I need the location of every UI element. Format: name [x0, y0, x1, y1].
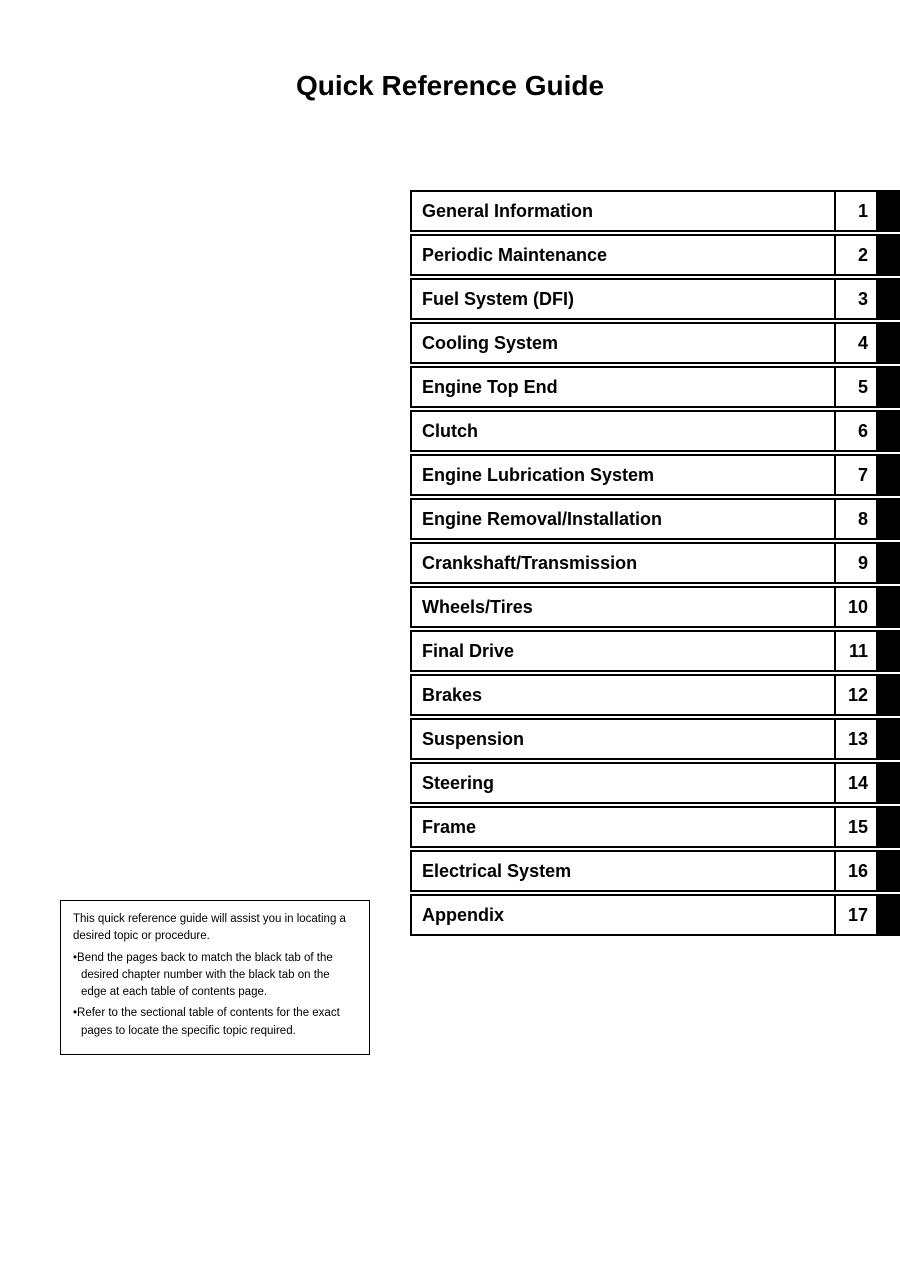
- toc-item-tab: [876, 764, 898, 802]
- toc-container: General Information1Periodic Maintenance…: [410, 190, 900, 938]
- toc-item-tab: [876, 280, 898, 318]
- toc-item-tab: [876, 676, 898, 714]
- toc-item-number: 11: [836, 632, 876, 670]
- toc-item-number: 6: [836, 412, 876, 450]
- toc-item-label: Steering: [412, 764, 836, 802]
- toc-item: Engine Removal/Installation8: [410, 498, 900, 540]
- toc-item-label: Crankshaft/Transmission: [412, 544, 836, 582]
- toc-item-tab: [876, 368, 898, 406]
- toc-item-number: 7: [836, 456, 876, 494]
- toc-item-label: Brakes: [412, 676, 836, 714]
- toc-item-label: Wheels/Tires: [412, 588, 836, 626]
- toc-item: Crankshaft/Transmission9: [410, 542, 900, 584]
- toc-item-label: Electrical System: [412, 852, 836, 890]
- toc-item: Engine Lubrication System7: [410, 454, 900, 496]
- note-bullet-2: •Refer to the sectional table of content…: [73, 1005, 357, 1040]
- toc-item: Brakes12: [410, 674, 900, 716]
- toc-item-number: 5: [836, 368, 876, 406]
- toc-item-tab: [876, 192, 898, 230]
- toc-item-number: 17: [836, 896, 876, 934]
- toc-item-tab: [876, 412, 898, 450]
- toc-item-label: Frame: [412, 808, 836, 846]
- toc-item-number: 14: [836, 764, 876, 802]
- toc-item-number: 3: [836, 280, 876, 318]
- toc-item-label: Appendix: [412, 896, 836, 934]
- toc-item-number: 4: [836, 324, 876, 362]
- toc-item-number: 16: [836, 852, 876, 890]
- toc-item-tab: [876, 852, 898, 890]
- toc-item-label: Engine Top End: [412, 368, 836, 406]
- toc-item: Suspension13: [410, 718, 900, 760]
- toc-item: Cooling System4: [410, 322, 900, 364]
- toc-item-label: Cooling System: [412, 324, 836, 362]
- toc-item: Electrical System16: [410, 850, 900, 892]
- toc-item: Final Drive11: [410, 630, 900, 672]
- toc-item-number: 2: [836, 236, 876, 274]
- toc-item-label: Engine Removal/Installation: [412, 500, 836, 538]
- toc-item-number: 10: [836, 588, 876, 626]
- toc-item: Periodic Maintenance2: [410, 234, 900, 276]
- toc-item-label: Clutch: [412, 412, 836, 450]
- toc-item-number: 13: [836, 720, 876, 758]
- toc-item: Wheels/Tires10: [410, 586, 900, 628]
- note-intro: This quick reference guide will assist y…: [73, 911, 357, 946]
- toc-item-tab: [876, 632, 898, 670]
- toc-item-number: 12: [836, 676, 876, 714]
- toc-item-tab: [876, 324, 898, 362]
- note-box: This quick reference guide will assist y…: [60, 900, 370, 1055]
- toc-item-label: Engine Lubrication System: [412, 456, 836, 494]
- toc-item-tab: [876, 588, 898, 626]
- page-title: Quick Reference Guide: [0, 0, 900, 162]
- toc-item: Steering14: [410, 762, 900, 804]
- toc-item-number: 8: [836, 500, 876, 538]
- toc-item-tab: [876, 544, 898, 582]
- toc-item-number: 15: [836, 808, 876, 846]
- toc-item-label: Final Drive: [412, 632, 836, 670]
- toc-item-number: 9: [836, 544, 876, 582]
- toc-item-number: 1: [836, 192, 876, 230]
- toc-item-tab: [876, 896, 898, 934]
- toc-item: Appendix17: [410, 894, 900, 936]
- toc-item-tab: [876, 500, 898, 538]
- toc-item: Frame15: [410, 806, 900, 848]
- toc-item-tab: [876, 456, 898, 494]
- toc-item-label: Suspension: [412, 720, 836, 758]
- toc-item: Engine Top End5: [410, 366, 900, 408]
- toc-item-label: Fuel System (DFI): [412, 280, 836, 318]
- toc-item-label: General Information: [412, 192, 836, 230]
- toc-item-label: Periodic Maintenance: [412, 236, 836, 274]
- toc-item: Clutch6: [410, 410, 900, 452]
- toc-item-tab: [876, 720, 898, 758]
- toc-item-tab: [876, 808, 898, 846]
- toc-item: General Information1: [410, 190, 900, 232]
- toc-item: Fuel System (DFI)3: [410, 278, 900, 320]
- toc-item-tab: [876, 236, 898, 274]
- note-bullet-1: •Bend the pages back to match the black …: [73, 950, 357, 1002]
